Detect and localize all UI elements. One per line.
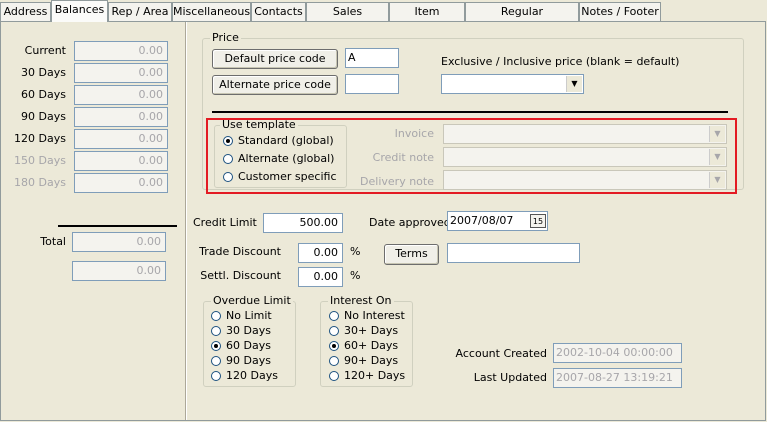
90-days-label: 90 Days [21,110,66,123]
radio-icon [329,356,339,366]
trade-discount-field[interactable]: 0.00 [298,243,343,263]
radio-icon [211,311,221,321]
overdue-30-days-radio[interactable]: 30 Days [211,324,271,338]
alternate-price-code-field[interactable] [345,74,399,94]
last-updated-label: Last Updated [473,371,547,384]
terms-button[interactable]: Terms [384,244,439,265]
total-divider [58,225,177,227]
radio-icon [211,326,221,336]
tab-address[interactable]: Address [0,2,51,21]
180-days-label: 180 Days [14,176,66,189]
120-days-label: 120 Days [14,132,66,145]
overdue-90-days-radio[interactable]: 90 Days [211,354,271,368]
interest-90-days-radio[interactable]: 90+ Days [329,354,398,368]
tab-sales-summary[interactable]: Sales Summary [306,2,389,36]
interest-option-label: 30+ Days [344,324,399,337]
60-days-label: 60 Days [21,88,66,101]
tab-miscellaneous[interactable]: Miscellaneous [172,2,251,21]
total-field[interactable]: 0.00 [72,232,166,252]
30-days-field[interactable]: 0.00 [74,63,168,83]
150-days-field[interactable]: 0.00 [74,151,168,171]
interest-60-days-radio[interactable]: 60+ Days [329,339,398,353]
150-days-label: 150 Days [14,154,66,167]
overdue-120-days-radio[interactable]: 120 Days [211,369,278,383]
price-group-title: Price [210,31,241,44]
30-days-label: 30 Days [21,66,66,79]
trade-discount-label: Trade Discount [199,245,281,258]
radio-icon [211,371,221,381]
interest-on-title: Interest On [328,294,394,307]
calendar-icon[interactable]: 15 [530,214,546,228]
tab-item-summary[interactable]: Item Summary [389,2,465,36]
interest-option-label: 60+ Days [344,339,399,352]
account-created-label: Account Created [455,347,547,360]
overdue-option-label: No Limit [226,309,272,322]
radio-icon [329,326,339,336]
credit-limit-label: Credit Limit [193,216,257,229]
default-price-code-field[interactable]: A [345,48,399,68]
chevron-down-icon: ▼ [566,76,582,92]
radio-selected-icon [211,341,221,351]
settl-discount-field[interactable]: 0.00 [298,267,343,287]
tab-strip: Address Balances Rep / Area Miscellaneou… [0,0,767,36]
overdue-no-limit-radio[interactable]: No Limit [211,309,272,323]
overdue-option-label: 90 Days [226,354,271,367]
radio-icon [329,311,339,321]
highlight-box [206,118,737,194]
trade-percent-label: % [350,245,361,258]
overdue-limit-title: Overdue Limit [211,294,293,307]
radio-icon [211,356,221,366]
account-created-field[interactable]: 2002-10-04 00:00:00 [553,343,682,363]
tab-contacts[interactable]: Contacts [251,2,306,21]
interest-option-label: 120+ Days [344,369,406,382]
exclusive-inclusive-label: Exclusive / Inclusive price (blank = def… [441,55,680,68]
interest-option-label: No Interest [344,309,405,322]
current-label: Current [24,44,66,57]
default-price-code-button[interactable]: Default price code [212,49,338,69]
tab-regular-transactions[interactable]: Regular Transactions [465,2,579,36]
interest-option-label: 90+ Days [344,354,399,367]
current-field[interactable]: 0.00 [74,41,168,61]
tab-rep-area[interactable]: Rep / Area [108,2,172,21]
interest-no-interest-radio[interactable]: No Interest [329,309,405,323]
overdue-option-label: 30 Days [226,324,271,337]
total-label: Total [40,235,66,248]
total-field-2[interactable]: 0.00 [72,261,166,281]
tab-notes-footer[interactable]: Notes / Footer [579,2,661,21]
90-days-field[interactable]: 0.00 [74,107,168,127]
overdue-option-label: 60 Days [226,339,271,352]
settl-percent-label: % [350,269,361,282]
interest-30-days-radio[interactable]: 30+ Days [329,324,398,338]
180-days-field[interactable]: 0.00 [74,173,168,193]
settl-discount-label: Settl. Discount [200,269,281,282]
tab-balances[interactable]: Balances [51,0,108,22]
120-days-field[interactable]: 0.00 [74,129,168,149]
terms-field[interactable] [447,243,580,263]
price-divider [212,111,728,113]
radio-selected-icon [329,341,339,351]
panel-divider [185,22,187,420]
radio-icon [329,371,339,381]
overdue-option-label: 120 Days [226,369,278,382]
exclusive-inclusive-select[interactable]: ▼ [441,74,584,94]
last-updated-field[interactable]: 2007-08-27 13:19:21 [553,368,682,388]
overdue-60-days-radio[interactable]: 60 Days [211,339,271,353]
interest-120-days-radio[interactable]: 120+ Days [329,369,405,383]
date-approved-label: Date approved [369,216,451,229]
credit-limit-field[interactable]: 500.00 [263,213,343,233]
alternate-price-code-button[interactable]: Alternate price code [212,75,338,95]
60-days-field[interactable]: 0.00 [74,85,168,105]
